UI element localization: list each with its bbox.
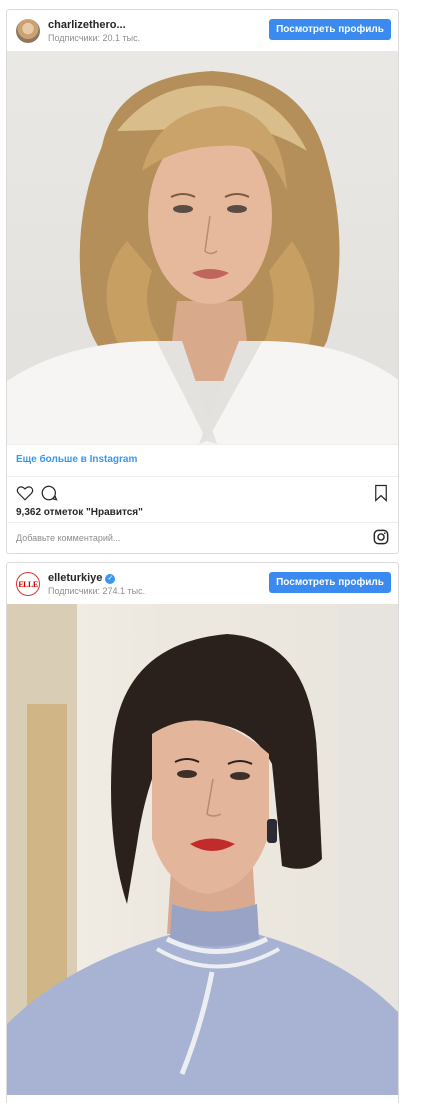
view-profile-button[interactable]: Посмотреть профиль [269, 572, 391, 593]
instagram-embed-card: charlizethero... Подписчики: 20.1 тыс. П… [6, 9, 399, 554]
portrait-illustration [7, 71, 398, 444]
bookmark-icon[interactable] [373, 484, 389, 507]
username[interactable]: elleturkiye ✓ [48, 572, 116, 584]
post-image[interactable] [7, 51, 398, 444]
post-header: ELLE elleturkiye ✓ Подписчики: 274.1 тыс.… [7, 563, 398, 604]
avatar[interactable] [16, 19, 40, 43]
view-profile-button[interactable]: Посмотреть профиль [269, 19, 391, 40]
instagram-embed-card: ELLE elleturkiye ✓ Подписчики: 274.1 тыс.… [6, 562, 399, 1103]
like-count: 9,362 отметок "Нравится" [16, 507, 143, 518]
follower-count: Подписчики: 274.1 тыс. [48, 586, 146, 596]
comment-row [7, 522, 398, 552]
comment-input[interactable] [16, 529, 356, 547]
portrait-illustration [7, 604, 398, 1095]
post-header: charlizethero... Подписчики: 20.1 тыс. П… [7, 10, 398, 51]
instagram-icon[interactable] [373, 529, 389, 550]
username[interactable]: charlizethero... [48, 19, 126, 31]
avatar[interactable]: ELLE [16, 572, 40, 596]
post-actions: 9,362 отметок "Нравится" [7, 476, 398, 522]
heart-icon[interactable] [16, 484, 34, 507]
comment-icon[interactable] [40, 484, 58, 507]
verified-badge-icon: ✓ [105, 574, 116, 584]
username-text: elleturkiye [48, 572, 103, 584]
post-image[interactable] [7, 604, 398, 1095]
follower-count: Подписчики: 20.1 тыс. [48, 33, 141, 43]
avatar-logo-text: ELLE [18, 579, 38, 589]
more-on-instagram-link[interactable]: Еще больше в Instagram [7, 444, 398, 476]
